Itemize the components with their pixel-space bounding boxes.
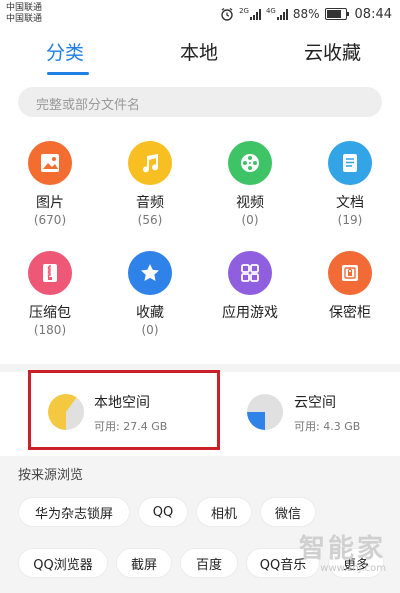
network-type-2: 4G (265, 7, 276, 15)
watermark: 智能家 www.znj.com (299, 528, 386, 574)
cloud-storage[interactable]: 云空间 可用: 4.3 GB (200, 372, 400, 456)
cloud-storage-title: 云空间 (294, 395, 336, 411)
category-label: 图片 (36, 195, 64, 211)
film-reel-icon (228, 141, 272, 185)
document-icon (328, 141, 372, 185)
tab-local[interactable]: 本地 (180, 38, 218, 65)
safe-icon (328, 251, 372, 295)
category-audio[interactable]: 音频 (56) (110, 141, 190, 227)
browse-by-source-title: 按来源浏览 (18, 468, 84, 483)
category-count: (670) (33, 213, 67, 227)
chip-baidu[interactable]: 百度 (180, 548, 238, 578)
category-apps-games[interactable]: 应用游戏 (210, 251, 290, 322)
category-label: 文档 (336, 195, 364, 211)
music-icon (128, 141, 172, 185)
category-count: (19) (337, 213, 363, 227)
category-label: 收藏 (136, 305, 164, 321)
category-images[interactable]: 图片 (670) (10, 141, 90, 227)
category-archives[interactable]: 压缩包 (180) (10, 251, 90, 337)
category-video[interactable]: 视频 (0) (210, 141, 290, 227)
cloud-storage-pie-icon (247, 394, 283, 430)
chip-wechat[interactable]: 微信 (260, 497, 316, 527)
chip-qq-browser[interactable]: QQ浏览器 (18, 548, 108, 578)
search-input[interactable]: 完整或部分文件名 (18, 87, 382, 117)
network-type-1: 2G (239, 7, 249, 15)
star-icon (128, 251, 172, 295)
category-label: 应用游戏 (222, 305, 278, 321)
zip-icon (28, 251, 72, 295)
category-safe[interactable]: 保密柜 (310, 251, 390, 322)
alarm-icon (220, 7, 234, 21)
category-count: (56) (137, 213, 163, 227)
category-label: 保密柜 (329, 305, 371, 321)
category-count: (0) (241, 213, 259, 227)
signal-icon: 4G (266, 8, 288, 20)
chip-camera[interactable]: 相机 (196, 497, 252, 527)
category-label: 音频 (136, 195, 164, 211)
category-documents[interactable]: 文档 (19) (310, 141, 390, 227)
carrier-2: 中国联通 (6, 14, 43, 24)
chip-huawei-magazine-lockscreen[interactable]: 华为杂志锁屏 (18, 497, 130, 527)
signal-icon: 2G (239, 8, 261, 20)
clock: 08:44 (354, 6, 392, 22)
search-placeholder: 完整或部分文件名 (36, 98, 141, 113)
battery-icon (324, 8, 349, 20)
carrier-1: 中国联通 (6, 3, 43, 13)
image-icon (28, 141, 72, 185)
tab-cloud-favorites[interactable]: 云收藏 (304, 38, 361, 65)
category-favorites[interactable]: 收藏 (0) (110, 251, 190, 337)
status-indicators: 2G 4G 88% 08:44 (215, 5, 392, 23)
status-bar: 中国联通 中国联通 2G 4G 88% 08:44 (0, 0, 400, 28)
highlight-box (28, 370, 220, 450)
tab-bar: 分类 本地 云收藏 (0, 28, 400, 76)
battery-percent: 88% (292, 7, 320, 21)
chip-screenshot[interactable]: 截屏 (116, 548, 172, 578)
category-count: (0) (141, 323, 159, 337)
active-tab-indicator (47, 72, 89, 75)
category-label: 视频 (236, 195, 264, 211)
category-label: 压缩包 (29, 305, 71, 321)
chip-qq[interactable]: QQ (138, 497, 188, 527)
tab-category[interactable]: 分类 (46, 38, 84, 65)
cloud-storage-available: 可用: 4.3 GB (294, 420, 361, 433)
apps-grid-icon (228, 251, 272, 295)
watermark-logo: 智能家 (298, 534, 386, 564)
category-count: (180) (33, 323, 67, 337)
